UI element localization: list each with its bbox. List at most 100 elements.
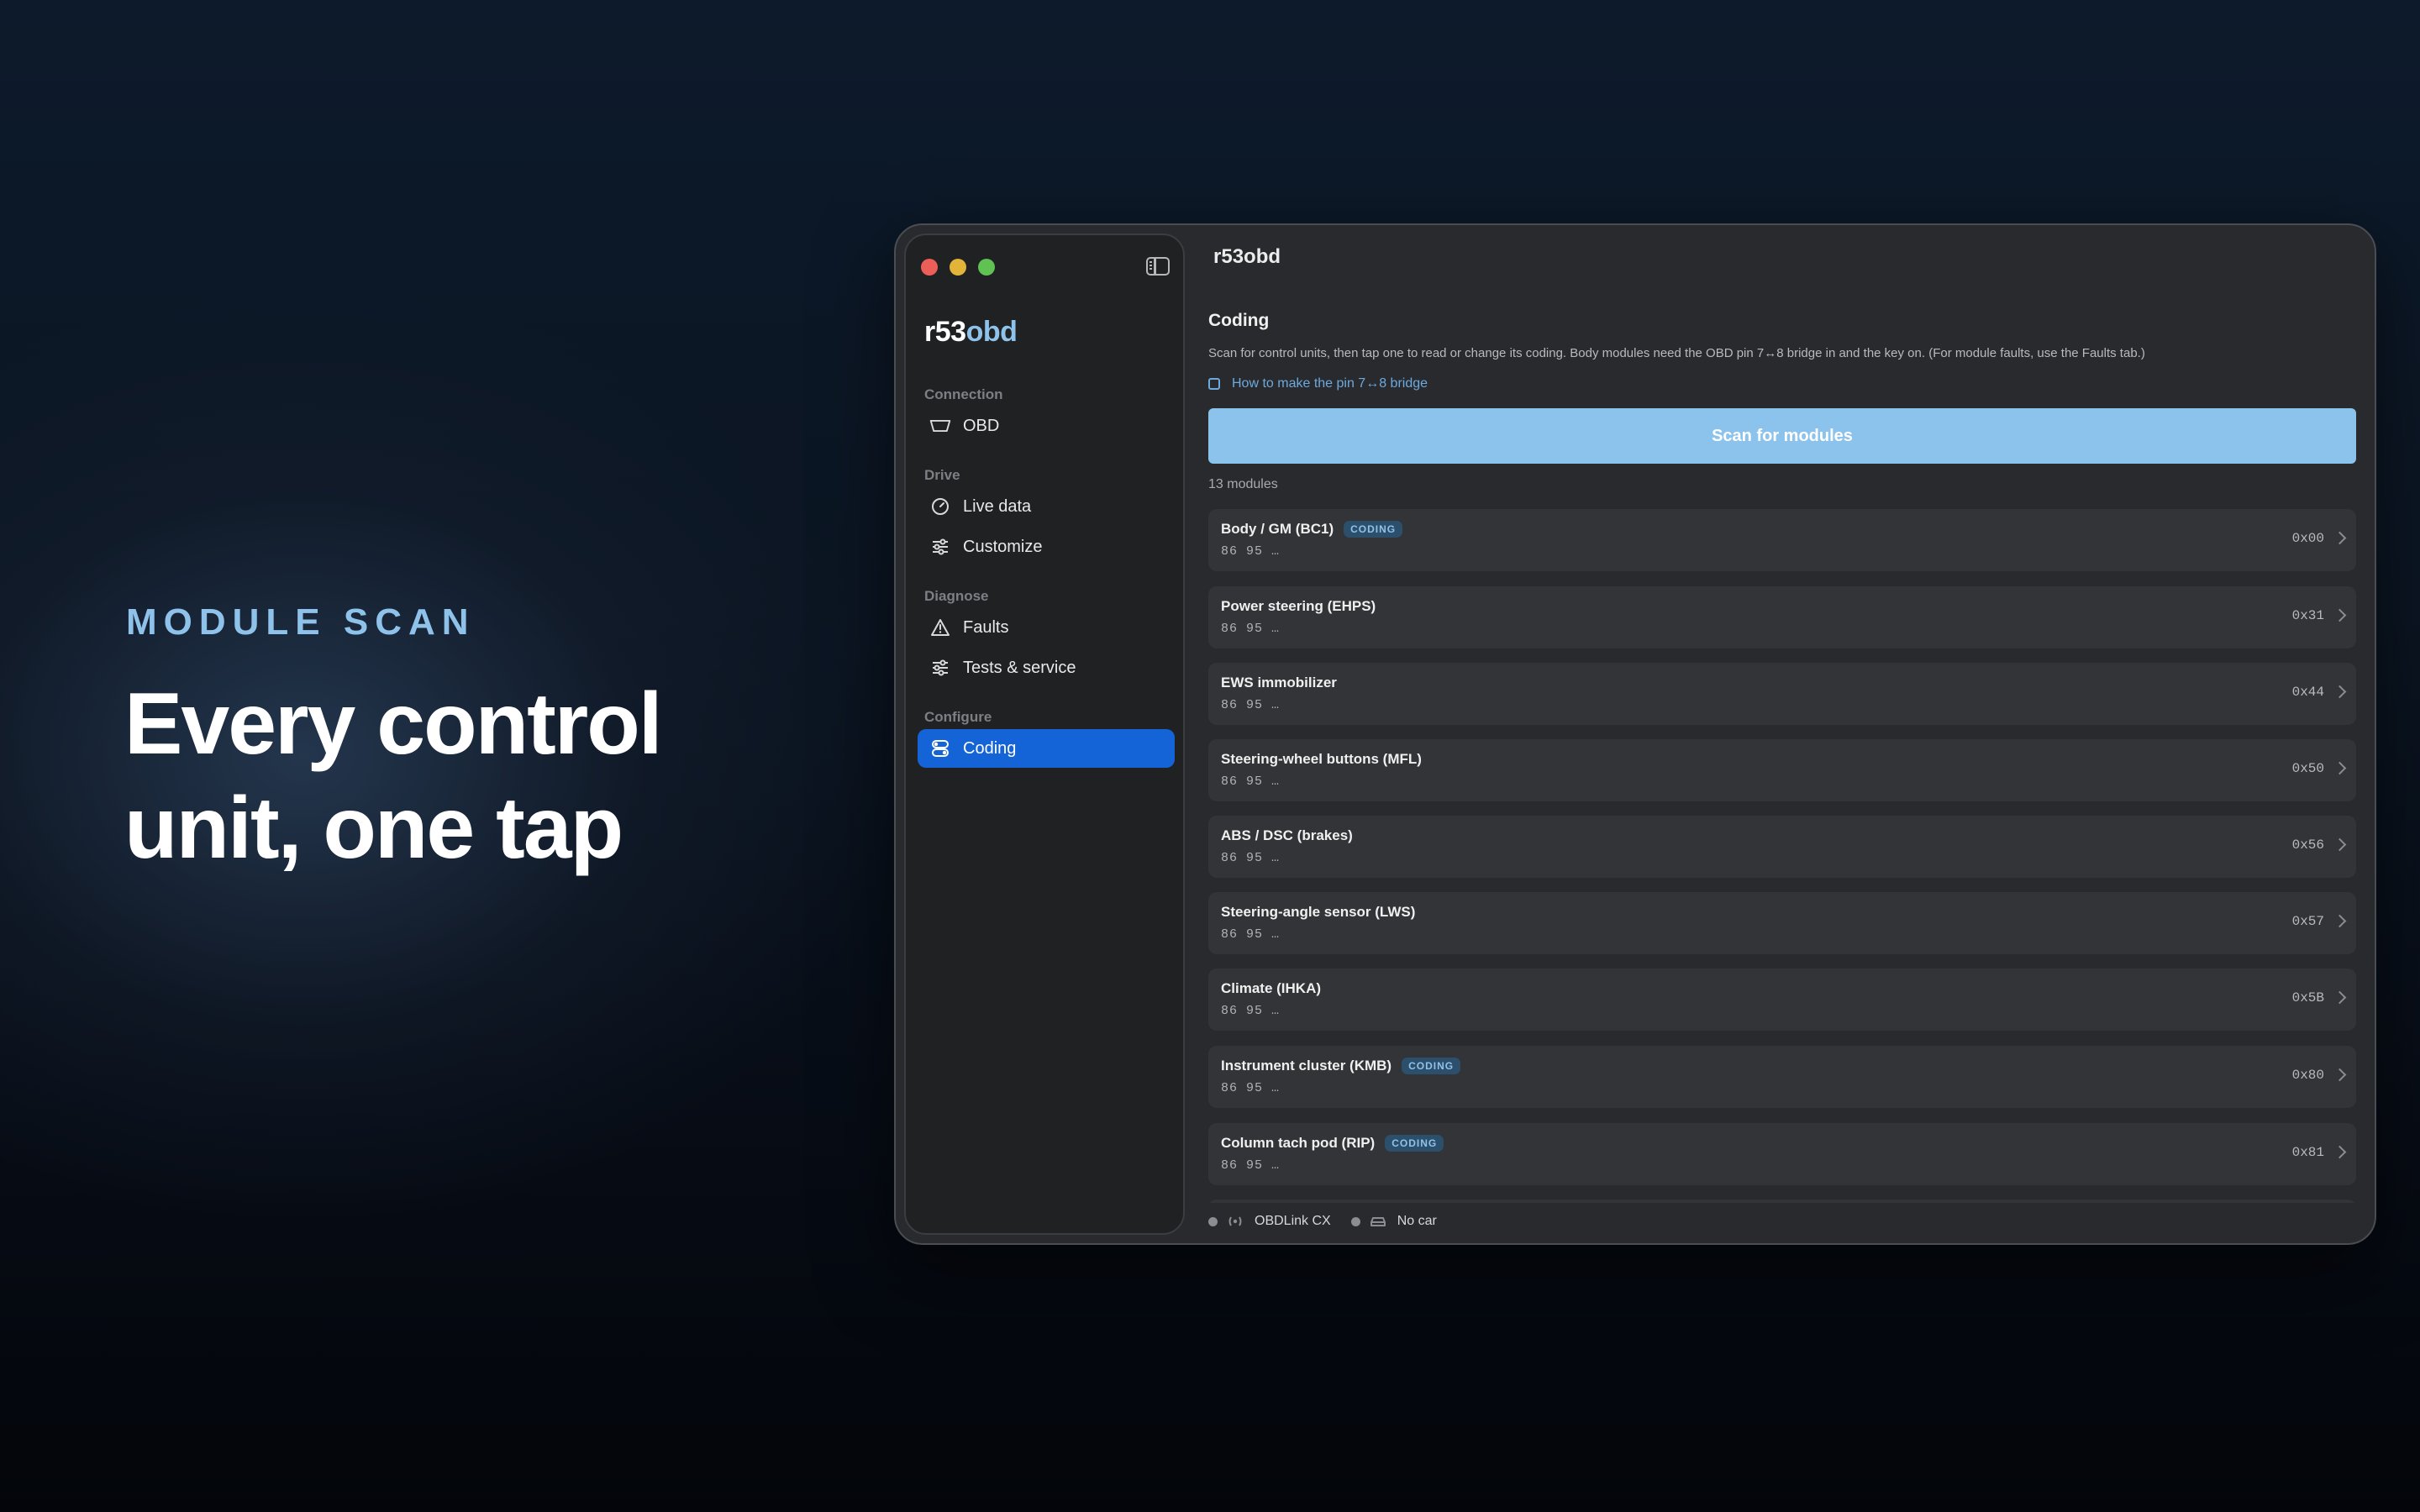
sidebar-item-label: Coding xyxy=(963,738,1017,758)
module-address: 0x5B xyxy=(2291,990,2324,1005)
module-name: EWS immobilizer xyxy=(1221,675,1337,690)
module-name-wrap: ABS / DSC (brakes) xyxy=(1221,827,1353,844)
module-address: 0x57 xyxy=(2291,914,2324,929)
window-zoom-button[interactable] xyxy=(978,259,995,276)
hero-title: Every control unit, one tap xyxy=(124,675,663,877)
chevron-right-icon xyxy=(2333,1145,2347,1159)
sidebar-item-coding[interactable]: Coding xyxy=(918,729,1175,768)
chevron-right-icon xyxy=(2333,761,2347,775)
brand-logo: r53obd xyxy=(924,316,1018,349)
module-row[interactable]: Instrument cluster (KMB) CODING 86 95 … 0… xyxy=(1208,1046,2356,1108)
sidebar-item-label: Customize xyxy=(963,537,1043,556)
scan-modules-button[interactable]: Scan for modules xyxy=(1208,408,2356,464)
module-name-wrap: EWS immobilizer xyxy=(1221,675,1337,691)
module-name-wrap: Body / GM (BC1) CODING xyxy=(1221,521,1403,538)
sidebar-item-label: Tests & service xyxy=(963,658,1076,677)
chevron-right-icon xyxy=(2333,531,2347,545)
brand-suffix: obd xyxy=(965,316,1018,348)
warning-icon xyxy=(929,617,951,638)
module-address: 0x81 xyxy=(2291,1145,2324,1160)
module-address: 0x50 xyxy=(2291,761,2324,776)
module-id-bytes: 86 95 … xyxy=(1221,544,1281,559)
sliders-icon xyxy=(929,536,951,558)
module-row[interactable]: EWS immobilizer 86 95 … 0x44 xyxy=(1208,663,2356,725)
chevron-right-icon xyxy=(2333,1068,2347,1082)
module-row[interactable]: Column tach pod (RIP) CODING 86 95 … 0x81 xyxy=(1208,1123,2356,1185)
sliders-icon xyxy=(929,657,951,679)
section-configure: Configure xyxy=(924,709,992,725)
section-drive: Drive xyxy=(924,467,960,483)
module-name: Instrument cluster (KMB) xyxy=(1221,1058,1392,1074)
module-name-wrap: Column tach pod (RIP) CODING xyxy=(1221,1135,1444,1152)
sidebar-item-label: Faults xyxy=(963,617,1009,637)
hero-eyebrow: MODULE SCAN xyxy=(126,601,476,643)
brand-prefix: r53 xyxy=(924,316,966,348)
module-row[interactable] xyxy=(1208,1200,2356,1203)
module-row[interactable]: ABS / DSC (brakes) 86 95 … 0x56 xyxy=(1208,816,2356,878)
sidebar-item-tests[interactable]: Tests & service xyxy=(918,648,1175,687)
module-name-wrap: Steering-angle sensor (LWS) xyxy=(1221,904,1415,921)
chevron-right-icon xyxy=(2333,685,2347,699)
chevron-right-icon xyxy=(2333,837,2347,852)
module-id-bytes: 86 95 … xyxy=(1221,1004,1281,1018)
module-name: Body / GM (BC1) xyxy=(1221,521,1334,537)
bridge-help-link[interactable]: How to make the pin 7↔8 bridge xyxy=(1208,376,1428,391)
module-row[interactable]: Steering-wheel buttons (MFL) 86 95 … 0x5… xyxy=(1208,739,2356,801)
broadcast-icon xyxy=(1226,1215,1244,1228)
module-name: Power steering (EHPS) xyxy=(1221,598,1376,614)
toggles-icon xyxy=(929,738,951,759)
sidebar-item-faults[interactable]: Faults xyxy=(918,608,1175,647)
module-name: Steering-angle sensor (LWS) xyxy=(1221,904,1416,920)
sidebar-toggle-icon[interactable] xyxy=(1146,257,1170,276)
module-address: 0x56 xyxy=(2291,837,2324,853)
module-id-bytes: 86 95 … xyxy=(1221,927,1281,942)
module-count: 13 modules xyxy=(1208,477,1278,491)
sidebar: r53obd Connection OBD Drive Live data Cu… xyxy=(904,234,1185,1235)
module-row[interactable]: Climate (IHKA) 86 95 … 0x5B xyxy=(1208,969,2356,1031)
window-close-button[interactable] xyxy=(921,259,938,276)
sidebar-item-label: Live data xyxy=(963,496,1032,516)
status-dot xyxy=(1350,1216,1360,1226)
module-id-bytes: 86 95 … xyxy=(1221,622,1281,636)
module-id-bytes: 86 95 … xyxy=(1221,1158,1281,1173)
module-name: ABS / DSC (brakes) xyxy=(1221,827,1353,843)
module-name: Climate (IHKA) xyxy=(1221,980,1322,996)
module-name-wrap: Power steering (EHPS) xyxy=(1221,598,1376,615)
module-name-wrap: Climate (IHKA) xyxy=(1221,980,1321,997)
module-id-bytes: 86 95 … xyxy=(1221,851,1281,865)
car-icon xyxy=(1369,1215,1387,1228)
sidebar-item-live-data[interactable]: Live data xyxy=(918,487,1175,526)
module-row[interactable]: Steering-angle sensor (LWS) 86 95 … 0x57 xyxy=(1208,892,2356,954)
module-address: 0x31 xyxy=(2291,608,2324,623)
adapter-status: OBDLink CX xyxy=(1208,1214,1331,1229)
module-row[interactable]: Body / GM (BC1) CODING 86 95 … 0x00 xyxy=(1208,509,2356,571)
module-address: 0x80 xyxy=(2291,1068,2324,1083)
module-name-wrap: Instrument cluster (KMB) CODING xyxy=(1221,1058,1461,1074)
module-address: 0x44 xyxy=(2291,685,2324,700)
module-id-bytes: 86 95 … xyxy=(1221,774,1281,789)
sidebar-item-customize[interactable]: Customize xyxy=(918,528,1175,566)
status-bar: OBDLink CX No car xyxy=(1208,1210,1457,1233)
sidebar-item-obd[interactable]: OBD xyxy=(918,407,1175,445)
chevron-right-icon xyxy=(2333,914,2347,928)
module-id-bytes: 86 95 … xyxy=(1221,698,1281,712)
car-name: No car xyxy=(1397,1214,1437,1228)
bridge-help-link-label: How to make the pin 7↔8 bridge xyxy=(1232,376,1428,391)
window-minimize-button[interactable] xyxy=(950,259,966,276)
coding-badge: CODING xyxy=(1344,521,1403,538)
car-status: No car xyxy=(1350,1214,1437,1229)
adapter-name: OBDLink CX xyxy=(1255,1214,1331,1228)
module-name: Steering-wheel buttons (MFL) xyxy=(1221,751,1422,767)
module-list: Body / GM (BC1) CODING 86 95 … 0x00 Power… xyxy=(1208,509,2356,1203)
module-address: 0x00 xyxy=(2291,531,2324,546)
app-window: r53obd Connection OBD Drive Live data Cu… xyxy=(894,223,2376,1245)
window-title: r53obd xyxy=(1213,245,1281,268)
obd-port-icon xyxy=(929,415,951,437)
section-connection: Connection xyxy=(924,386,1003,402)
sidebar-item-label: OBD xyxy=(963,416,1000,435)
module-name: Column tach pod (RIP) xyxy=(1221,1135,1376,1151)
module-name-wrap: Steering-wheel buttons (MFL) xyxy=(1221,751,1422,768)
coding-badge: CODING xyxy=(1402,1058,1461,1074)
coding-badge: CODING xyxy=(1385,1135,1444,1152)
module-row[interactable]: Power steering (EHPS) 86 95 … 0x31 xyxy=(1208,586,2356,648)
